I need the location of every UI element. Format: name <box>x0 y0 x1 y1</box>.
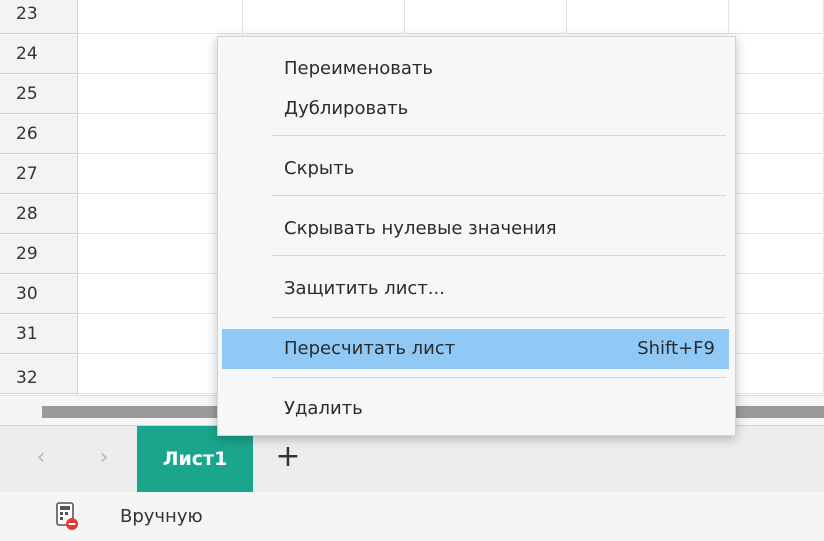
cell[interactable] <box>729 115 824 154</box>
row-header[interactable]: 28 <box>0 195 78 234</box>
grid-row[interactable]: 23 <box>0 0 824 35</box>
cell[interactable] <box>729 355 824 394</box>
row-header[interactable]: 31 <box>0 315 78 354</box>
cell[interactable] <box>729 235 824 274</box>
cell[interactable] <box>567 0 729 34</box>
menu-item-label: Удалить <box>284 398 363 419</box>
menu-item-label: Защитить лист... <box>284 278 445 299</box>
cell[interactable] <box>729 75 824 114</box>
menu-item-duplicate[interactable]: Дублировать <box>222 89 729 129</box>
menu-separator <box>272 255 726 256</box>
menu-item-label: Скрыть <box>284 158 355 179</box>
cell[interactable] <box>729 275 824 314</box>
cell[interactable] <box>729 315 824 354</box>
sheet-context-menu: Переименовать Дублировать Скрыть Скрыват… <box>217 36 736 436</box>
menu-item-rename[interactable]: Переименовать <box>222 49 729 89</box>
menu-item-protect-sheet[interactable]: Защитить лист... <box>222 269 729 309</box>
menu-item-delete[interactable]: Удалить <box>222 389 729 429</box>
row-header[interactable]: 30 <box>0 275 78 314</box>
cell[interactable] <box>729 155 824 194</box>
row-header[interactable]: 29 <box>0 235 78 274</box>
menu-item-label: Переименовать <box>284 58 433 79</box>
status-bar: Вручную <box>0 492 824 541</box>
row-header[interactable]: 24 <box>0 35 78 74</box>
row-header[interactable]: 32 <box>0 355 78 394</box>
calculator-manual-icon[interactable] <box>55 501 79 531</box>
menu-separator <box>272 377 726 378</box>
add-sheet-icon[interactable]: + <box>272 442 304 474</box>
row-header[interactable]: 26 <box>0 115 78 154</box>
cell[interactable] <box>729 35 824 74</box>
menu-item-label: Скрывать нулевые значения <box>284 218 557 239</box>
menu-item-label: Дублировать <box>284 98 409 119</box>
chevron-right-icon[interactable]: › <box>92 444 116 472</box>
menu-item-recalculate-sheet[interactable]: Пересчитать лист Shift+F9 <box>222 329 729 369</box>
cell[interactable] <box>78 0 243 34</box>
menu-item-hide[interactable]: Скрыть <box>222 149 729 189</box>
calc-mode-label[interactable]: Вручную <box>120 506 203 527</box>
menu-item-label: Пересчитать лист <box>284 338 456 359</box>
cell[interactable] <box>243 0 405 34</box>
row-header[interactable]: 23 <box>0 0 78 34</box>
menu-item-hide-zero-values[interactable]: Скрывать нулевые значения <box>222 209 729 249</box>
chevron-left-icon[interactable]: ‹ <box>29 444 53 472</box>
menu-separator <box>272 195 726 196</box>
cell[interactable] <box>729 0 824 34</box>
menu-item-shortcut: Shift+F9 <box>637 338 715 359</box>
row-header[interactable]: 25 <box>0 75 78 114</box>
menu-separator <box>272 135 726 136</box>
row-header[interactable]: 27 <box>0 155 78 194</box>
cell[interactable] <box>729 195 824 234</box>
menu-separator <box>272 317 726 318</box>
cell[interactable] <box>405 0 567 34</box>
